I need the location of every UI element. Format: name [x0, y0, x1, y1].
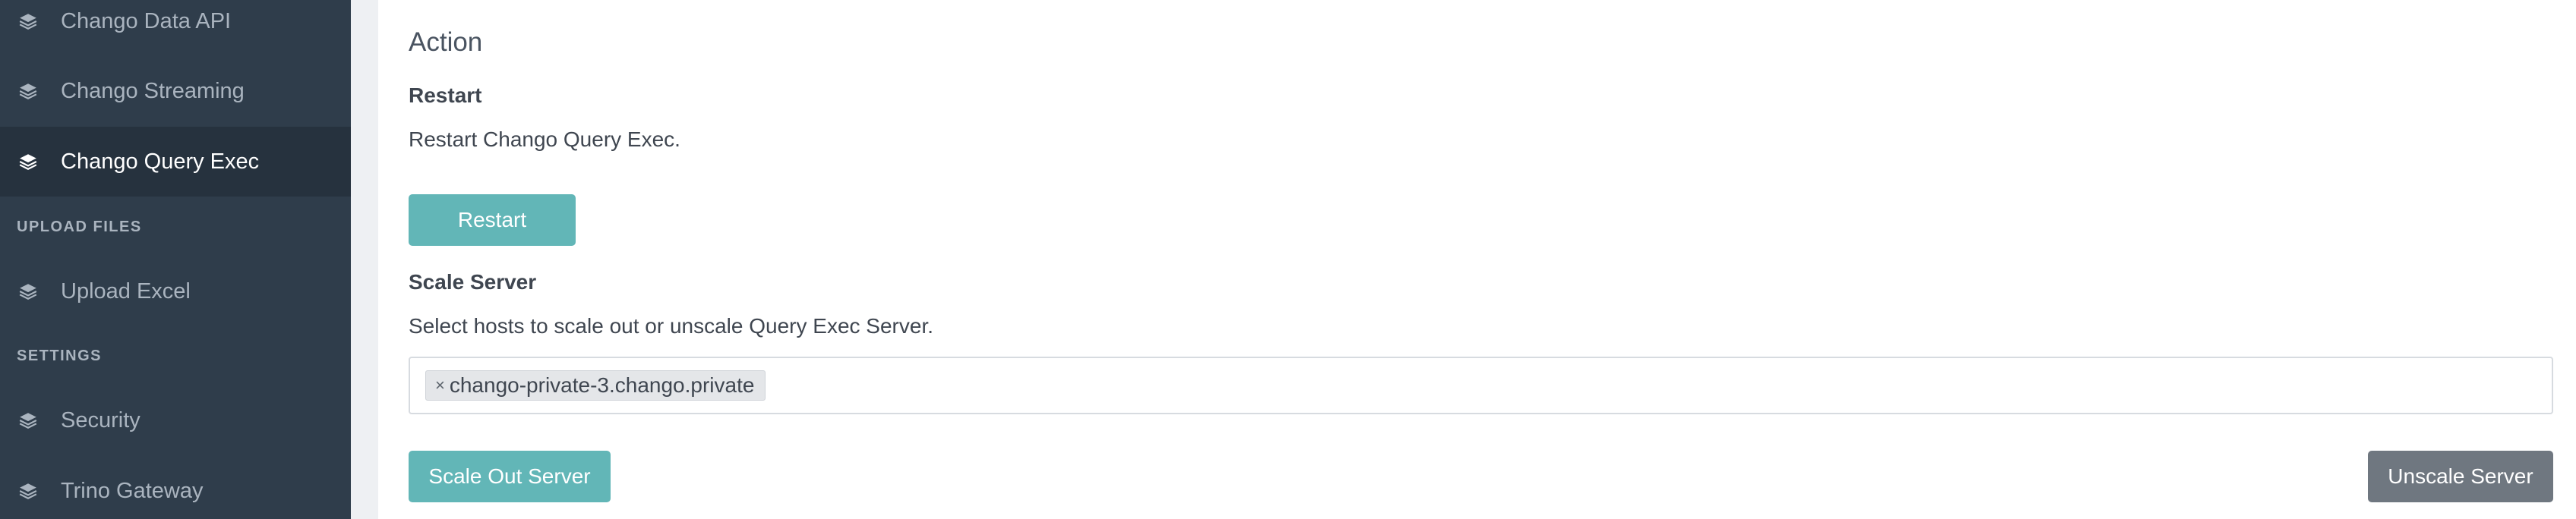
sidebar-item-chango-streaming[interactable]: Chango Streaming [0, 56, 351, 126]
scale-server-description: Select hosts to scale out or unscale Que… [409, 314, 934, 338]
selected-host-label: chango-private-3.chango.private [449, 373, 755, 397]
sidebar: Chango Data API Chango Streaming Chango … [0, 0, 351, 519]
layers-icon [19, 14, 37, 30]
restart-description: Restart Chango Query Exec. [409, 127, 680, 151]
sidebar-section-settings: SETTINGS [17, 348, 103, 364]
remove-tag-icon[interactable]: × [435, 376, 445, 395]
layers-icon [19, 284, 37, 300]
host-multiselect[interactable]: × chango-private-3.chango.private [409, 357, 2553, 414]
sidebar-item-chango-query-exec[interactable]: Chango Query Exec [0, 127, 351, 197]
scale-out-server-button[interactable]: Scale Out Server [409, 451, 611, 502]
sidebar-section-upload-files: UPLOAD FILES [17, 219, 142, 235]
sidebar-item-label: Chango Streaming [61, 78, 245, 103]
layers-icon [19, 413, 37, 429]
restart-title: Restart [409, 83, 482, 107]
sidebar-item-chango-data-api[interactable]: Chango Data API [0, 0, 351, 56]
action-panel: Action Restart Restart Chango Query Exec… [378, 0, 2576, 519]
selected-host-tag: × chango-private-3.chango.private [425, 370, 766, 401]
sidebar-item-security[interactable]: Security [0, 385, 351, 455]
layers-icon [19, 154, 37, 170]
sidebar-item-trino-gateway[interactable]: Trino Gateway [0, 456, 351, 519]
scale-server-title: Scale Server [409, 270, 537, 294]
restart-button[interactable]: Restart [409, 194, 576, 246]
sidebar-item-upload-excel[interactable]: Upload Excel [0, 256, 351, 326]
sidebar-item-label: Security [61, 407, 140, 432]
sidebar-item-label: Upload Excel [61, 278, 191, 304]
layers-icon [19, 83, 37, 99]
unscale-server-button[interactable]: Unscale Server [2368, 451, 2553, 502]
sidebar-item-label: Chango Data API [61, 8, 232, 33]
layers-icon [19, 483, 37, 499]
section-title: Action [409, 27, 483, 57]
sidebar-item-label: Trino Gateway [61, 478, 204, 503]
sidebar-item-label: Chango Query Exec [61, 149, 260, 174]
